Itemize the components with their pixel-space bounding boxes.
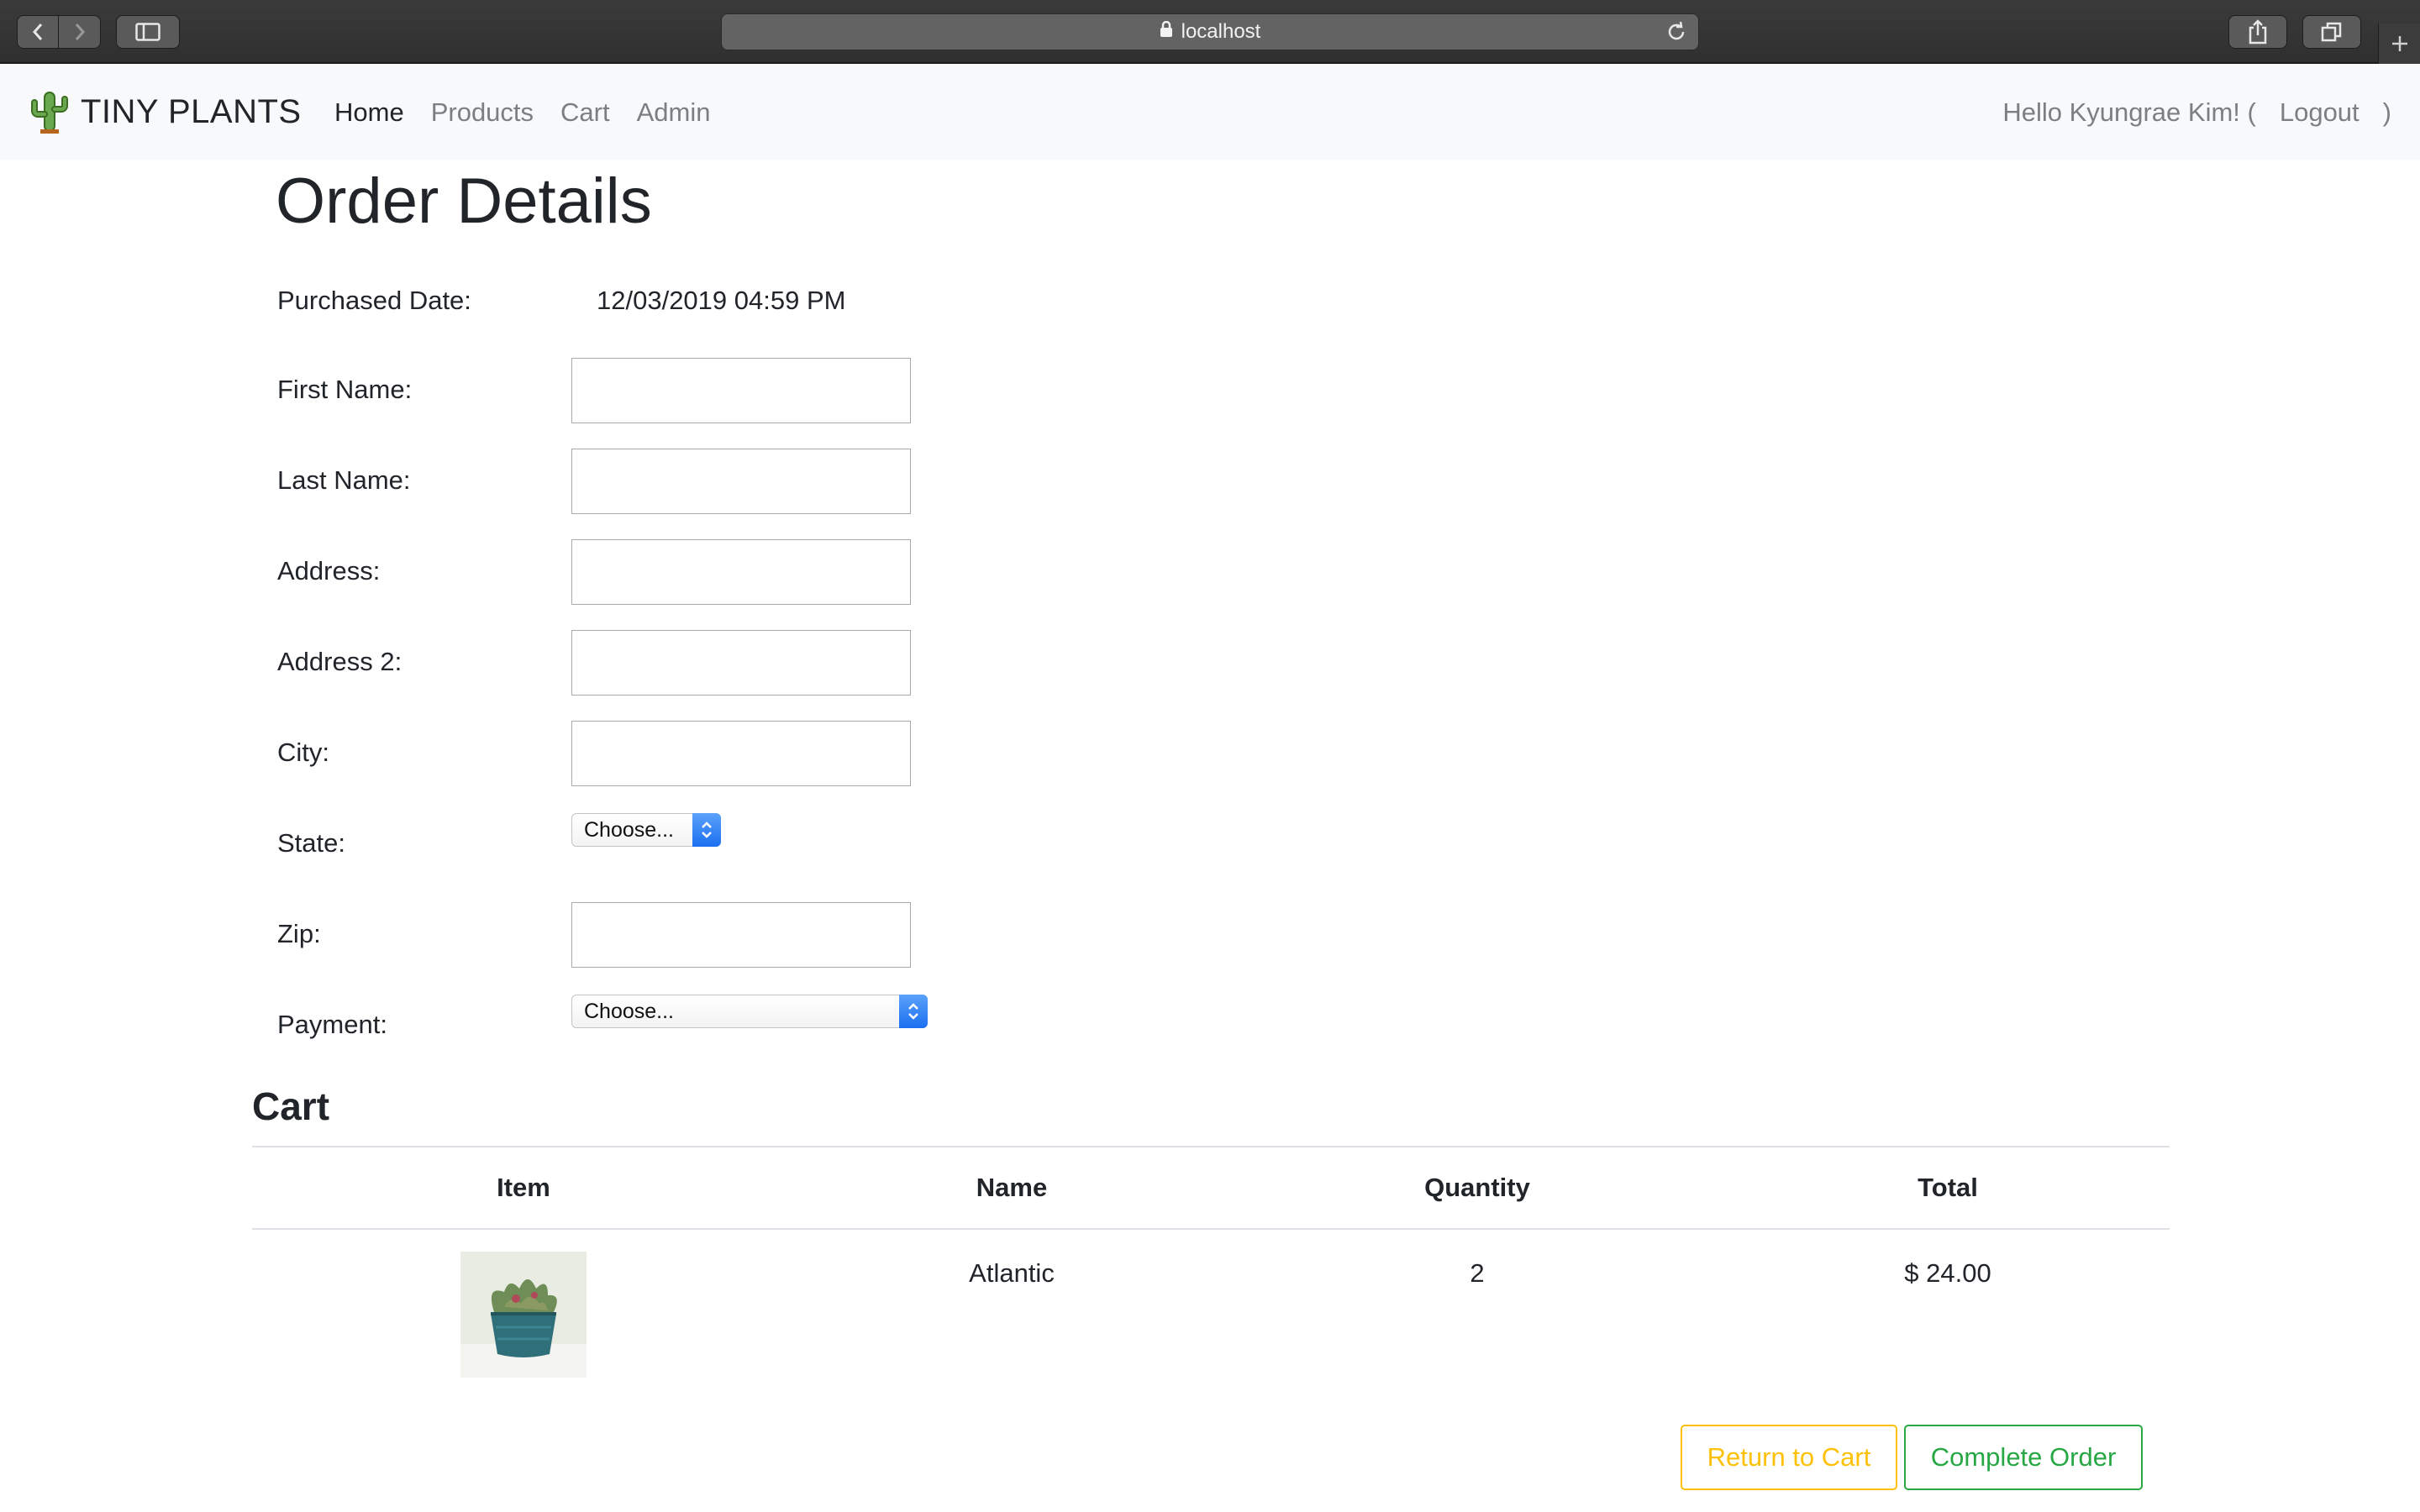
history-buttons bbox=[17, 15, 101, 49]
sidebar-button[interactable] bbox=[116, 15, 180, 49]
table-top-border bbox=[252, 1146, 2170, 1147]
address-input[interactable] bbox=[571, 539, 911, 605]
zip-row: Zip: bbox=[277, 902, 1034, 969]
first-name-input[interactable] bbox=[571, 358, 911, 423]
first-name-label: First Name: bbox=[277, 375, 413, 404]
page-title: Order Details bbox=[276, 165, 652, 237]
share-icon bbox=[2249, 19, 2267, 45]
back-icon bbox=[32, 24, 43, 40]
user-greeting: Hello Kyungrae Kim! ( Logout ) bbox=[2002, 97, 2391, 128]
purchased-date-row: Purchased Date: 12/03/2019 04:59 PM bbox=[277, 282, 1034, 349]
brand[interactable]: TINY PLANTS bbox=[30, 89, 302, 134]
address2-label: Address 2: bbox=[277, 647, 402, 676]
column-header-item: Item bbox=[497, 1173, 550, 1202]
greeting-text: Hello Kyungrae Kim! ( bbox=[2002, 97, 2256, 127]
address2-row: Address 2: bbox=[277, 630, 1034, 697]
address-row: Address: bbox=[277, 539, 1034, 606]
select-arrows-icon bbox=[899, 995, 928, 1028]
url-text: localhost bbox=[1181, 20, 1261, 43]
last-name-input[interactable] bbox=[571, 449, 911, 514]
browser-toolbar: localhost bbox=[0, 0, 2420, 64]
greeting-closing: ) bbox=[2382, 97, 2391, 127]
column-header-quantity: Quantity bbox=[1424, 1173, 1530, 1202]
forward-button[interactable] bbox=[59, 15, 101, 49]
complete-order-button[interactable]: Complete Order bbox=[1904, 1425, 2143, 1490]
state-select[interactable]: Choose... bbox=[571, 813, 721, 847]
payment-select-value: Choose... bbox=[584, 999, 675, 1023]
state-label: State: bbox=[277, 828, 345, 858]
tabs-icon bbox=[2321, 22, 2342, 42]
new-tab-button[interactable] bbox=[2378, 24, 2420, 64]
payment-select[interactable]: Choose... bbox=[571, 995, 928, 1028]
new-tab-icon bbox=[2391, 36, 2407, 51]
first-name-row: First Name: bbox=[277, 358, 1034, 425]
last-name-row: Last Name: bbox=[277, 449, 1034, 516]
cart-item-quantity: 2 bbox=[1470, 1258, 1485, 1288]
nav-home[interactable]: Home bbox=[334, 97, 404, 128]
cart-item-name: Atlantic bbox=[969, 1258, 1055, 1288]
back-button[interactable] bbox=[17, 15, 59, 49]
cart-section-title: Cart bbox=[252, 1084, 330, 1128]
city-label: City: bbox=[277, 738, 329, 767]
payment-label: Payment: bbox=[277, 1010, 387, 1039]
forward-icon bbox=[75, 24, 85, 40]
nav-cart[interactable]: Cart bbox=[560, 97, 610, 128]
product-thumbnail bbox=[460, 1252, 587, 1378]
zip-input[interactable] bbox=[571, 902, 911, 968]
return-to-cart-button[interactable]: Return to Cart bbox=[1681, 1425, 1897, 1490]
city-input[interactable] bbox=[571, 721, 911, 786]
reload-icon[interactable] bbox=[1665, 19, 1688, 50]
city-row: City: bbox=[277, 721, 1034, 788]
column-header-total: Total bbox=[1918, 1173, 1978, 1202]
nav-products[interactable]: Products bbox=[431, 97, 534, 128]
nav-admin[interactable]: Admin bbox=[637, 97, 711, 128]
purchased-date-value: 12/03/2019 04:59 PM bbox=[597, 286, 846, 315]
address-label: Address: bbox=[277, 556, 381, 585]
state-row: State: Choose... bbox=[277, 811, 1034, 879]
payment-row: Payment: Choose... bbox=[277, 993, 1034, 1060]
lock-icon bbox=[1160, 20, 1173, 44]
main-nav: Home Products Cart Admin bbox=[334, 97, 738, 128]
purchased-date-label: Purchased Date: bbox=[277, 286, 471, 315]
share-button[interactable] bbox=[2228, 15, 2287, 49]
sidebar-icon bbox=[135, 23, 160, 41]
select-arrows-icon bbox=[692, 813, 721, 847]
last-name-label: Last Name: bbox=[277, 465, 411, 495]
zip-label: Zip: bbox=[277, 919, 321, 948]
address-bar[interactable]: localhost bbox=[721, 13, 1699, 50]
succulent-pot-image bbox=[460, 1252, 587, 1378]
site-navbar: TINY PLANTS Home Products Cart Admin Hel… bbox=[0, 64, 2420, 160]
table-header-border bbox=[252, 1228, 2170, 1230]
tab-overview-button[interactable] bbox=[2302, 15, 2361, 49]
state-select-value: Choose... bbox=[584, 817, 675, 842]
cactus-icon bbox=[31, 92, 68, 134]
brand-name: TINY PLANTS bbox=[81, 92, 302, 130]
address2-input[interactable] bbox=[571, 630, 911, 696]
logout-link[interactable]: Logout bbox=[2280, 97, 2360, 128]
cart-item-total: $ 24.00 bbox=[1904, 1258, 1991, 1288]
column-header-name: Name bbox=[976, 1173, 1048, 1202]
